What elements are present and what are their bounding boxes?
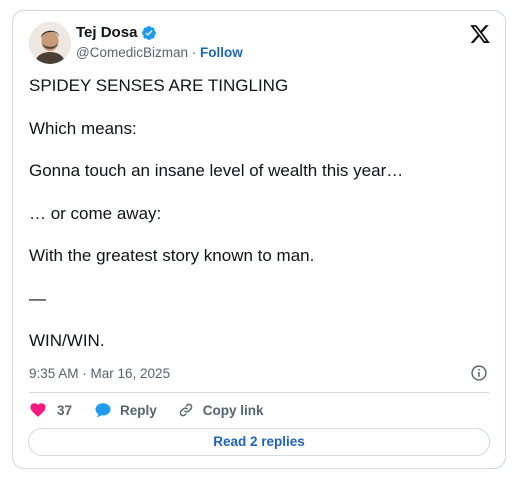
tweet-text: SPIDEY SENSES ARE TINGLING Which means: … xyxy=(29,75,489,373)
tweet-line: With the greatest story known to man. xyxy=(29,246,315,265)
author-handle[interactable]: @ComedicBizman xyxy=(76,45,188,60)
like-button[interactable]: 37 xyxy=(29,401,72,419)
like-count: 37 xyxy=(57,402,73,418)
divider xyxy=(29,392,489,393)
avatar[interactable] xyxy=(29,22,71,64)
tweet-line: Which means: xyxy=(29,118,137,138)
author-name[interactable]: Tej Dosa xyxy=(76,23,137,42)
x-logo-icon[interactable] xyxy=(469,23,491,45)
reply-label: Reply xyxy=(120,402,157,418)
avatar-photo xyxy=(29,22,71,64)
copy-link-label: Copy link xyxy=(202,402,264,418)
reply-button[interactable]: Reply xyxy=(94,401,157,419)
verified-badge-icon xyxy=(142,25,157,40)
tweet-embed-card: Tej Dosa @ComedicBizman · Follow SPIDEY … xyxy=(12,10,506,469)
tweet-line: SPIDEY SENSES ARE TINGLING xyxy=(29,76,289,95)
author-handle-row: @ComedicBizman · Follow xyxy=(76,44,243,62)
tweet-line: Gonna touch an insane level of wealth th… xyxy=(29,161,404,180)
action-bar: 37 Reply Copy link xyxy=(29,400,264,420)
copy-link-button[interactable]: Copy link xyxy=(177,401,264,419)
link-icon xyxy=(179,403,193,417)
follow-button[interactable]: Follow xyxy=(200,45,243,60)
tweet-timestamp[interactable]: 9:35 AM · Mar 16, 2025 xyxy=(29,365,170,383)
tweet-line: — xyxy=(29,288,46,308)
heart-icon xyxy=(30,403,46,417)
read-replies-button[interactable]: Read 2 replies xyxy=(28,428,490,456)
reply-bubble-icon xyxy=(95,403,111,417)
tweet-line: … or come away: xyxy=(29,203,162,223)
author-name-row[interactable]: Tej Dosa xyxy=(76,23,157,42)
tweet-line: WIN/WIN. xyxy=(29,331,105,350)
info-icon[interactable] xyxy=(470,364,488,382)
separator-dot: · xyxy=(191,45,197,60)
